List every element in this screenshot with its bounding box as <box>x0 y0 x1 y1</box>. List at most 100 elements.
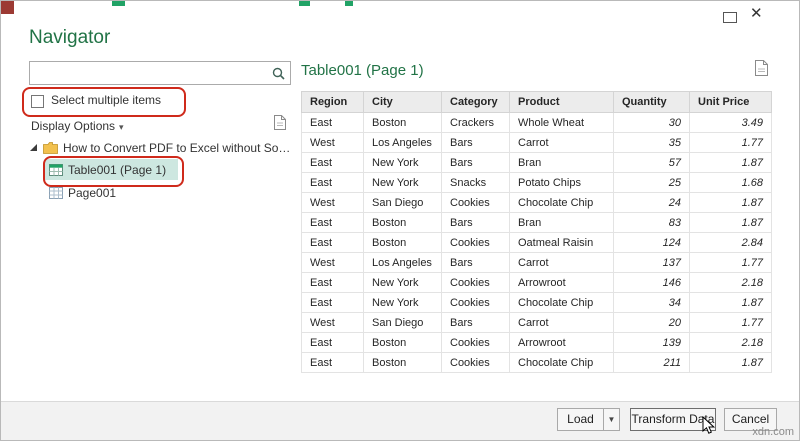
table-cell: 1.77 <box>689 252 772 273</box>
table-cell: 1.77 <box>689 132 772 153</box>
table-cell: San Diego <box>363 312 442 333</box>
table-cell: East <box>301 232 364 253</box>
table-cell: Snacks <box>441 172 510 193</box>
preview-title: Table001 (Page 1) <box>301 62 424 79</box>
table-row: East Boston Cookies Chocolate Chip 211 1.87 <box>301 352 772 373</box>
table-cell: Whole Wheat <box>509 112 614 133</box>
table-cell: New York <box>363 292 442 313</box>
refresh-preview-icon[interactable] <box>273 114 287 136</box>
table-cell: 1.77 <box>689 312 772 333</box>
table-cell: Cookies <box>441 352 510 373</box>
table-cell: Boston <box>363 232 442 253</box>
table-cell: 1.68 <box>689 172 772 193</box>
table-cell: 1.87 <box>689 192 772 213</box>
table-cell: East <box>301 152 364 173</box>
preview-table: Region City Category Product Quantity Unit Pr… <box>301 91 772 373</box>
select-multiple-checkbox[interactable] <box>31 95 44 108</box>
column-header: Region <box>301 91 364 113</box>
table-cell: 35 <box>613 132 690 153</box>
table-cell: 211 <box>613 352 690 373</box>
table-cell: West <box>301 312 364 333</box>
tree-item-label: How to Convert PDF to Excel without Soft… <box>63 141 291 155</box>
table-cell: East <box>301 352 364 373</box>
load-button[interactable]: Load <box>557 408 604 431</box>
tree-item-workbook[interactable]: How to Convert PDF to Excel without Soft… <box>43 138 291 158</box>
table-cell: 2.18 <box>689 272 772 293</box>
table-cell: Bars <box>441 152 510 173</box>
table-cell: Carrot <box>509 312 614 333</box>
table-row: East Boston Crackers Whole Wheat 30 3.49 <box>301 112 772 133</box>
search-icon <box>272 67 285 80</box>
table-row: West San Diego Bars Carrot 20 1.77 <box>301 312 772 333</box>
table-cell: West <box>301 132 364 153</box>
preview-table-body: East Boston Crackers Whole Wheat 30 3.49 West L… <box>301 112 772 373</box>
table-cell: Potato Chips <box>509 172 614 193</box>
search-input[interactable] <box>34 64 270 84</box>
column-header: Product <box>509 91 614 113</box>
tree-expander-icon[interactable] <box>30 144 37 151</box>
table-cell: Cookies <box>441 292 510 313</box>
table-cell: Boston <box>363 332 442 353</box>
table-row: West Los Angeles Bars Carrot 35 1.77 <box>301 132 772 153</box>
table-cell: 20 <box>613 312 690 333</box>
restore-icon[interactable] <box>723 12 737 23</box>
preview-document-icon[interactable] <box>754 59 769 82</box>
table-cell: 139 <box>613 332 690 353</box>
table-cell: Cookies <box>441 232 510 253</box>
table-cell: Carrot <box>509 132 614 153</box>
table-cell: 2.84 <box>689 232 772 253</box>
table-cell: 83 <box>613 212 690 233</box>
tree-item-page001[interactable]: Page001 <box>49 183 116 203</box>
column-header: Quantity <box>613 91 690 113</box>
table-cell: Arrowroot <box>509 332 614 353</box>
table-cell: 1.87 <box>689 212 772 233</box>
table-cell: Boston <box>363 352 442 373</box>
table-row: West San Diego Cookies Chocolate Chip 24 1.87 <box>301 192 772 213</box>
table-cell: Cookies <box>441 192 510 213</box>
watermark-text: xdn.com <box>752 426 794 438</box>
table-cell: 57 <box>613 152 690 173</box>
table-cell: Bars <box>441 212 510 233</box>
close-icon[interactable]: ✕ <box>750 6 763 21</box>
table-cell: Chocolate Chip <box>509 192 614 213</box>
column-header: Unit Price <box>689 91 772 113</box>
table-cell: Crackers <box>441 112 510 133</box>
folder-icon <box>43 142 58 154</box>
table-cell: Bars <box>441 132 510 153</box>
display-options-dropdown[interactable]: Display Options ▾ <box>31 119 124 133</box>
table-cell: 3.49 <box>689 112 772 133</box>
table-cell: 124 <box>613 232 690 253</box>
table-cell: 2.18 <box>689 332 772 353</box>
table-cell: 24 <box>613 192 690 213</box>
table-cell: Los Angeles <box>363 252 442 273</box>
table-cell: East <box>301 112 364 133</box>
table-cell: 146 <box>613 272 690 293</box>
table-cell: West <box>301 252 364 273</box>
table-cell: 34 <box>613 292 690 313</box>
table-cell: East <box>301 172 364 193</box>
table-cell: New York <box>363 152 442 173</box>
table-row: East Boston Cookies Arrowroot 139 2.18 <box>301 332 772 353</box>
table-cell: 1.87 <box>689 352 772 373</box>
table-row: East Boston Bars Bran 83 1.87 <box>301 212 772 233</box>
tree-item-label: Table001 (Page 1) <box>68 163 167 177</box>
tree-item-table001[interactable]: Table001 (Page 1) <box>49 160 166 180</box>
table-cell: Boston <box>363 212 442 233</box>
ribbon-artifact <box>299 1 310 6</box>
table-row: East New York Bars Bran 57 1.87 <box>301 152 772 173</box>
table-cell: West <box>301 192 364 213</box>
table-cell: Bars <box>441 252 510 273</box>
table-cell: Chocolate Chip <box>509 292 614 313</box>
load-dropdown-arrow[interactable]: ▼ <box>603 408 620 431</box>
table-cell: 25 <box>613 172 690 193</box>
chevron-down-icon: ▾ <box>119 122 124 132</box>
table-cell: San Diego <box>363 192 442 213</box>
table-cell: Bars <box>441 312 510 333</box>
table-cell: Arrowroot <box>509 272 614 293</box>
table-cell: East <box>301 272 364 293</box>
table-cell: East <box>301 292 364 313</box>
select-multiple-label: Select multiple items <box>51 93 162 107</box>
table-cell: Chocolate Chip <box>509 352 614 373</box>
transform-data-button[interactable]: Transform Data <box>630 408 716 431</box>
table-icon <box>49 164 63 176</box>
